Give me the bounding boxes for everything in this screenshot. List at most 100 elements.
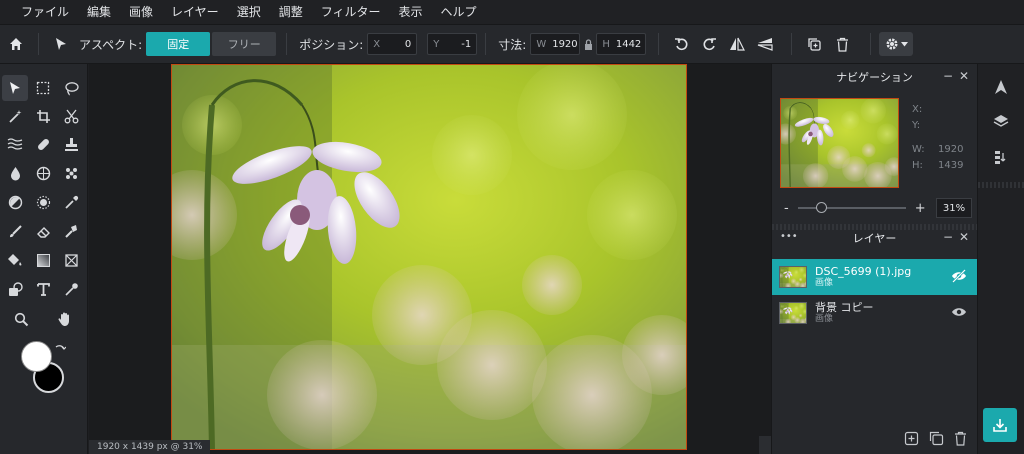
side-panels: ナビゲーション − ✕ X: Y: W: 1920 H: 1439 - + 31…: [771, 64, 977, 454]
menu-select[interactable]: 選択: [228, 0, 270, 25]
pattern-tool-icon[interactable]: [58, 160, 84, 186]
blur-tool-icon[interactable]: [2, 160, 28, 186]
minimize-icon[interactable]: −: [943, 69, 953, 83]
zoom-value-field[interactable]: 31%: [936, 198, 972, 218]
canvas-image[interactable]: [171, 64, 687, 450]
history-icon[interactable]: [988, 144, 1014, 170]
layer-thumbnail: [779, 266, 807, 288]
eraser-tool-icon[interactable]: [30, 218, 56, 244]
x-position-input[interactable]: X 0: [367, 33, 418, 55]
paint-bucket-tool-icon[interactable]: [2, 247, 28, 273]
duplicate-layer-icon[interactable]: [929, 431, 944, 450]
delete-layer-icon[interactable]: [954, 431, 967, 450]
lasso-tool-icon[interactable]: [58, 75, 84, 101]
scissors-tool-icon[interactable]: [58, 103, 84, 129]
rotate-right-icon[interactable]: [695, 30, 723, 58]
brush-tool-icon[interactable]: [2, 218, 28, 244]
layer-name: DSC_5699 (1).jpg: [815, 265, 912, 278]
brightness-tool-icon[interactable]: [30, 189, 56, 215]
smudge-tool-icon[interactable]: [58, 218, 84, 244]
w-value: 1920: [552, 38, 578, 50]
crop-tool-icon[interactable]: [30, 103, 56, 129]
arrow-pointer-icon[interactable]: [47, 30, 75, 58]
trash-icon[interactable]: [828, 30, 856, 58]
move-tool-icon[interactable]: [2, 75, 28, 101]
swap-colors-icon[interactable]: [53, 342, 67, 356]
color-picker-tool-icon[interactable]: [58, 276, 84, 302]
flip-horizontal-icon[interactable]: [723, 30, 751, 58]
w-key: W: [536, 38, 547, 50]
canvas-status: 1920 x 1439 px @ 31%: [89, 440, 211, 454]
free-button[interactable]: フリー: [212, 32, 277, 56]
layers-close-icon[interactable]: ✕: [959, 230, 969, 244]
right-rail: [977, 64, 1024, 454]
lock-icon[interactable]: [580, 30, 596, 58]
canvas-area[interactable]: 1920 x 1439 px @ 31%: [89, 64, 771, 454]
eyedropper-tool-icon[interactable]: [58, 189, 84, 215]
x-key: X: [373, 38, 381, 50]
nav-h-value: 1439: [938, 160, 964, 171]
marquee-tool-icon[interactable]: [30, 75, 56, 101]
menu-edit[interactable]: 編集: [78, 0, 120, 25]
hand-tool-icon[interactable]: [52, 306, 78, 332]
menu-adjust[interactable]: 調整: [270, 0, 312, 25]
sponge-tool-icon[interactable]: [30, 160, 56, 186]
text-tool-icon[interactable]: [30, 276, 56, 302]
scrollbar[interactable]: [759, 436, 771, 454]
gear-icon: [886, 38, 898, 50]
primary-color-swatch[interactable]: [21, 341, 52, 372]
layer-item[interactable]: 背景 コピー 画像: [772, 295, 977, 331]
y-position-input[interactable]: Y -1: [427, 33, 478, 55]
y-key: Y: [433, 38, 440, 50]
menu-layer[interactable]: レイヤー: [162, 0, 228, 25]
settings-button[interactable]: [879, 32, 914, 56]
shape-tool-icon[interactable]: [58, 247, 84, 273]
eye-icon[interactable]: [951, 304, 967, 323]
drawing-tool-icon[interactable]: [2, 276, 28, 302]
flip-vertical-icon[interactable]: [751, 30, 779, 58]
layers-minimize-icon[interactable]: −: [943, 230, 953, 244]
navigation-thumbnail[interactable]: [780, 98, 899, 188]
layer-type: 画像: [815, 314, 834, 324]
duplicate-icon[interactable]: [800, 30, 828, 58]
layer-item[interactable]: DSC_5699 (1).jpg 画像: [772, 259, 977, 295]
nav-y-label: Y:: [912, 120, 921, 131]
h-value: 1442: [615, 38, 642, 50]
fixed-button[interactable]: 固定: [146, 32, 211, 56]
navigation-panel-header: ナビゲーション − ✕: [772, 64, 977, 90]
close-icon[interactable]: ✕: [959, 69, 969, 83]
zoom-slider[interactable]: [797, 202, 906, 213]
zoom-in-button[interactable]: +: [915, 201, 926, 216]
rotate-left-icon[interactable]: [667, 30, 695, 58]
layers-icon[interactable]: [988, 108, 1014, 134]
menu-file[interactable]: ファイル: [12, 0, 78, 25]
download-button[interactable]: [983, 408, 1017, 442]
zoom-out-button[interactable]: -: [784, 201, 789, 216]
layers-panel-header: ••• レイヤー − ✕: [772, 225, 977, 251]
height-input[interactable]: H 1442: [596, 33, 647, 55]
menu-help[interactable]: ヘルプ: [432, 0, 486, 25]
add-layer-icon[interactable]: [904, 431, 919, 450]
menu-image[interactable]: 画像: [120, 0, 162, 25]
zoom-slider-handle[interactable]: [816, 202, 828, 213]
nav-w-value: 1920: [938, 144, 964, 155]
liquify-tool-icon[interactable]: [2, 131, 28, 157]
menu-filter[interactable]: フィルター: [312, 0, 390, 25]
hidden-eye-icon[interactable]: [951, 268, 967, 287]
dodge-burn-tool-icon[interactable]: [2, 189, 28, 215]
caret-down-icon: [900, 41, 908, 46]
stamp-tool-icon[interactable]: [58, 131, 84, 157]
zoom-control: - + 31%: [780, 198, 972, 218]
magic-wand-tool-icon[interactable]: [2, 103, 28, 129]
layer-name: 背景 コピー: [815, 301, 874, 314]
home-icon[interactable]: [2, 30, 30, 58]
h-key: H: [602, 38, 610, 50]
menu-bar: ファイル 編集 画像 レイヤー 選択 調整 フィルター 表示 ヘルプ: [0, 0, 1024, 25]
heal-tool-icon[interactable]: [30, 131, 56, 157]
nav-w-label: W:: [912, 144, 925, 155]
zoom-tool-icon[interactable]: [8, 306, 34, 332]
gradient-tool-icon[interactable]: [30, 247, 56, 273]
width-input[interactable]: W 1920: [530, 33, 581, 55]
menu-view[interactable]: 表示: [389, 0, 431, 25]
navigator-icon[interactable]: [988, 74, 1014, 100]
